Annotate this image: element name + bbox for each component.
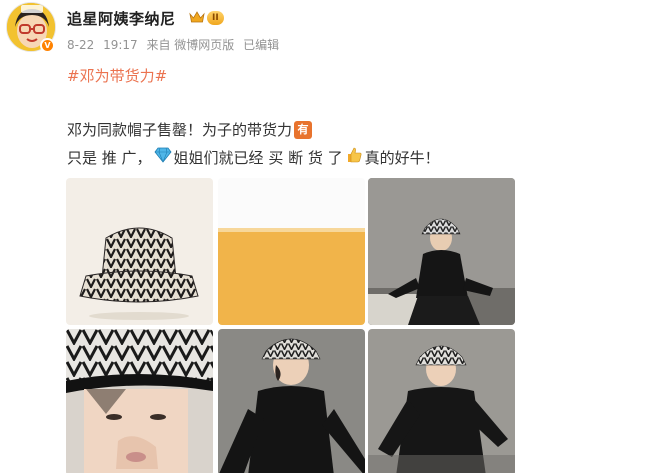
- edited-label[interactable]: 已编辑: [243, 38, 279, 52]
- image-tile-4[interactable]: [66, 329, 213, 473]
- emoji-you: 有: [294, 120, 313, 139]
- member-level-badge[interactable]: II: [189, 10, 224, 26]
- topic-link[interactable]: #邓为带货力#: [67, 65, 167, 86]
- image-tile-1[interactable]: [66, 178, 213, 325]
- post-text-2b: 姐姐们就已经 买 断 货 了: [173, 148, 343, 167]
- post-text-2c: 真的好牛！: [364, 148, 440, 167]
- image-tile-2[interactable]: [218, 178, 365, 325]
- post-time[interactable]: 19:17: [103, 38, 138, 52]
- thumbs-up-icon: [345, 146, 363, 168]
- crown-icon: [189, 9, 205, 28]
- level-label: II: [207, 11, 224, 25]
- diamond-icon: [154, 147, 172, 167]
- author-name[interactable]: 追星阿姨李纳尼: [67, 8, 176, 29]
- post-source: 来自 微博网页版: [146, 38, 235, 52]
- verified-badge: V: [40, 38, 55, 53]
- post-text-2a: 只是 推 广，: [67, 148, 152, 167]
- post-date[interactable]: 8-22: [67, 38, 94, 52]
- image-tile-5[interactable]: [218, 329, 365, 473]
- image-tile-3[interactable]: [368, 178, 515, 325]
- post-meta: 8-22 19:17 来自 微博网页版 已编辑: [67, 36, 284, 53]
- post-text-line-1: 邓为同款帽子售罄！为子的带货力 有: [67, 119, 313, 140]
- post-text-1: 邓为同款帽子售罄！为子的带货力: [67, 121, 293, 139]
- image-tile-6[interactable]: [368, 329, 515, 473]
- post-text-line-2: 只是 推 广， 姐姐们就已经 买 断 货 了 真的好牛！: [67, 146, 440, 168]
